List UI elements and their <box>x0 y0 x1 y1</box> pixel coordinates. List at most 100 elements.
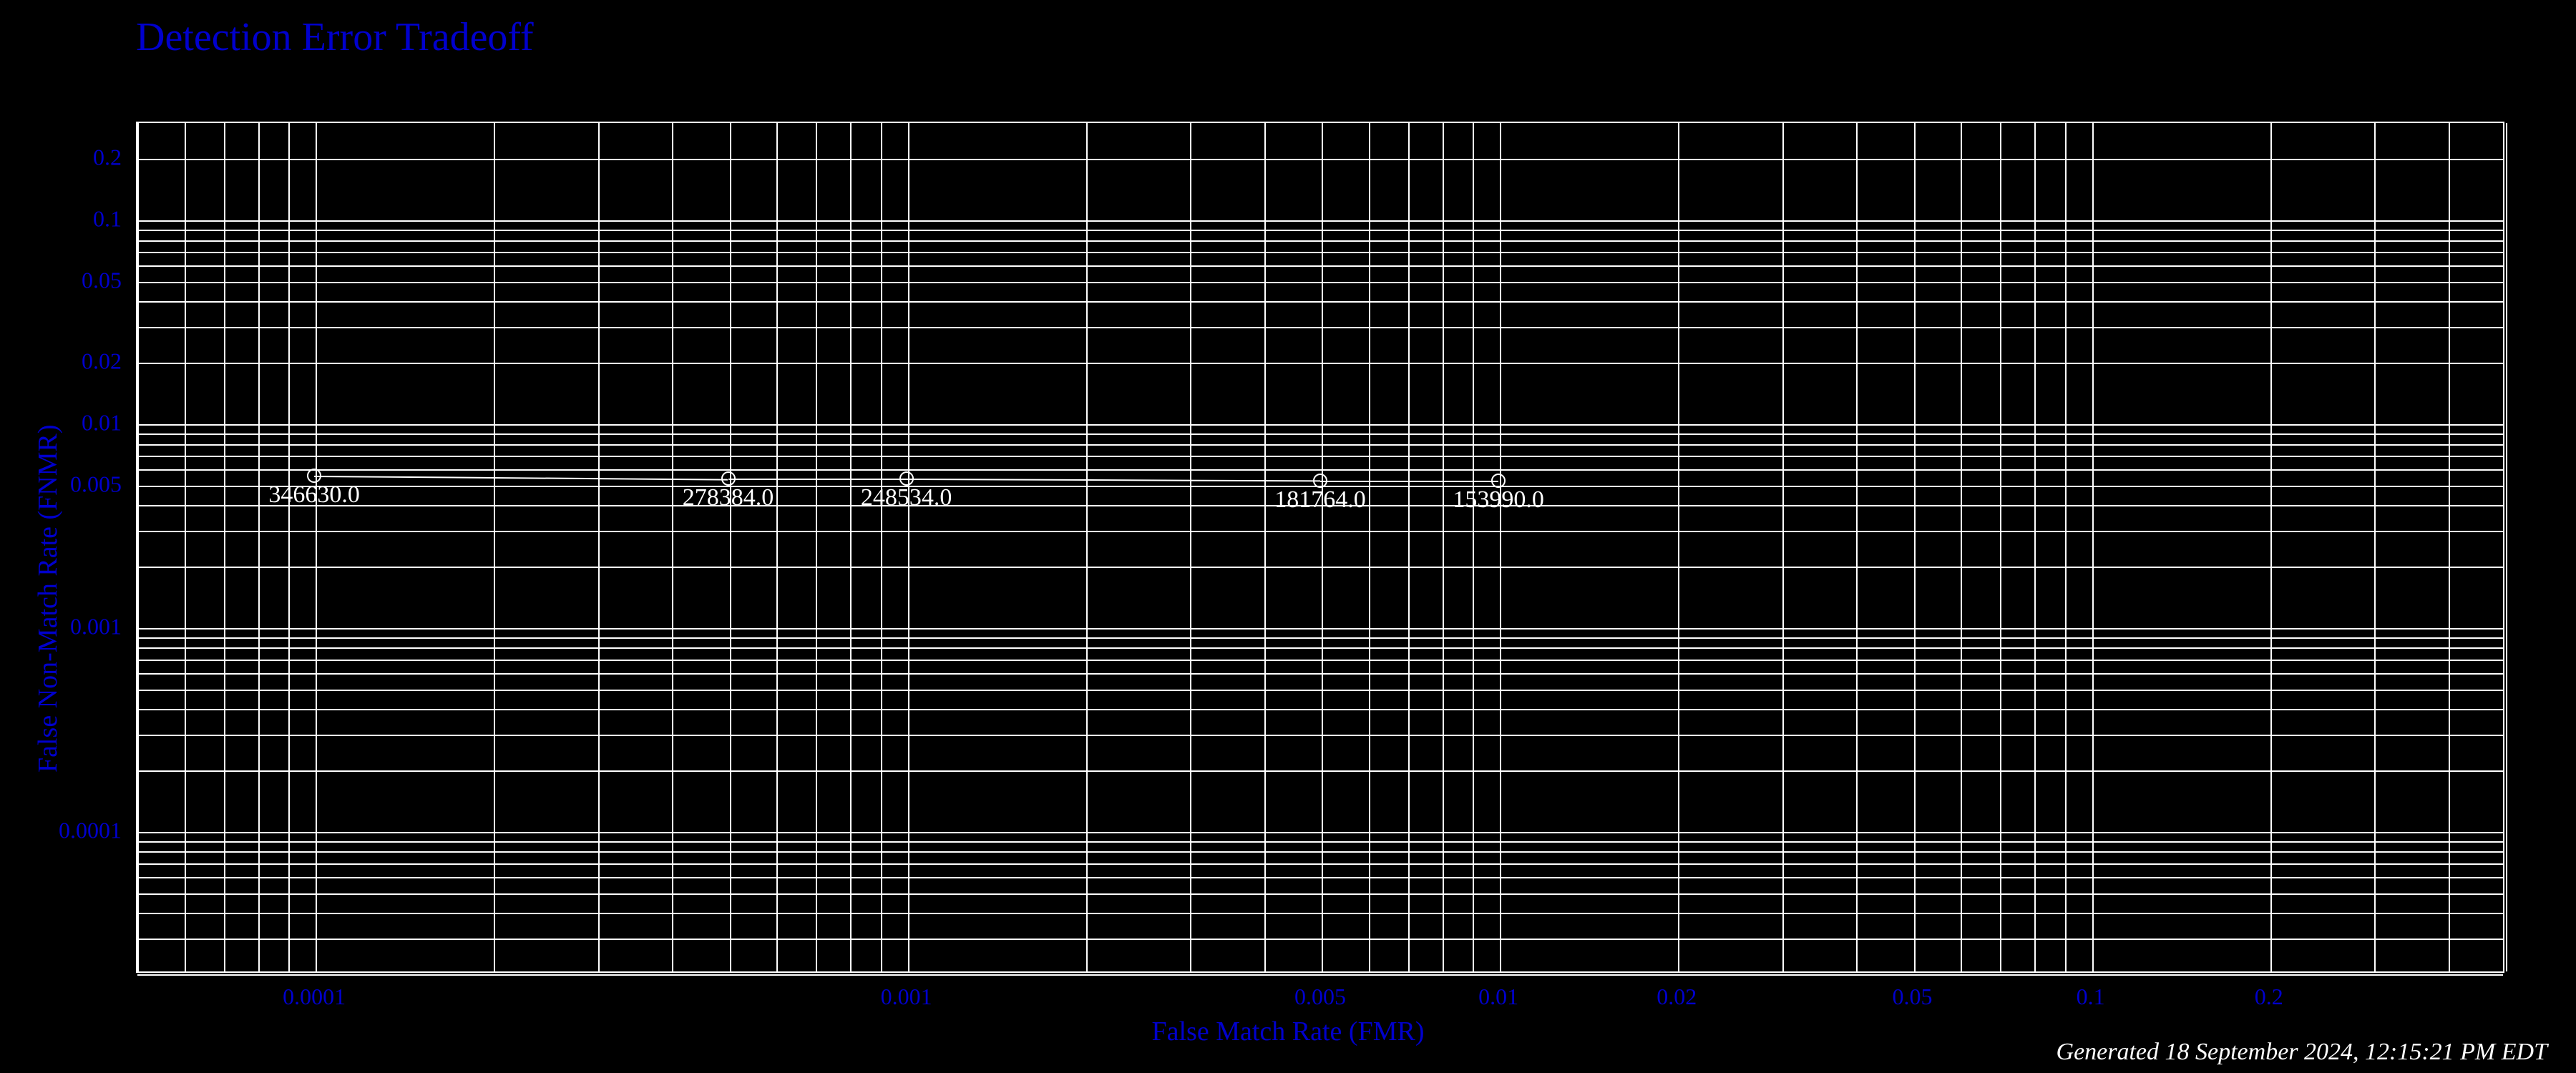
grid-line-horizontal <box>137 893 2503 895</box>
grid-line-horizontal <box>137 301 2503 303</box>
data-point-label: 278384.0 <box>683 484 774 511</box>
grid-line-vertical <box>2374 123 2376 971</box>
grid-line-vertical <box>2506 123 2507 971</box>
grid-line-horizontal <box>137 974 2503 976</box>
grid-line-horizontal <box>137 673 2503 675</box>
grid-line-horizontal <box>137 424 2503 426</box>
det-chart: Detection Error Tradeoff False Match Rat… <box>0 0 2576 1073</box>
grid-line-vertical <box>816 123 817 971</box>
grid-line-vertical <box>1443 123 1444 971</box>
grid-line-vertical <box>1473 123 1474 971</box>
grid-line-vertical <box>1322 123 1323 971</box>
grid-line-vertical <box>288 123 290 971</box>
data-point <box>307 469 321 483</box>
grid-line-horizontal <box>137 531 2503 532</box>
grid-line-horizontal <box>137 939 2503 940</box>
x-tick-label: 0.0001 <box>283 984 346 1010</box>
grid-line-vertical <box>908 123 909 971</box>
grid-line-horizontal <box>137 841 2503 843</box>
grid-line-horizontal <box>137 469 2503 471</box>
grid-line-horizontal <box>137 220 2503 222</box>
grid-line-vertical <box>258 123 260 971</box>
grid-line-horizontal <box>137 240 2503 242</box>
grid-line-horizontal <box>137 159 2503 160</box>
grid-line-vertical <box>2034 123 2036 971</box>
grid-line-vertical <box>776 123 778 971</box>
grid-line-vertical <box>2449 123 2450 971</box>
grid-line-horizontal <box>137 660 2503 661</box>
y-tick-label: 0.005 <box>0 471 122 497</box>
grid-line-vertical <box>730 123 731 971</box>
grid-line-horizontal <box>137 913 2503 914</box>
series-line-segment <box>728 479 907 480</box>
grid-line-vertical <box>1086 123 1088 971</box>
grid-line-horizontal <box>137 690 2503 691</box>
grid-line-vertical <box>316 123 317 971</box>
grid-line-vertical <box>1782 123 1784 971</box>
grid-line-vertical <box>881 123 882 971</box>
grid-line-vertical <box>2092 123 2094 971</box>
grid-line-horizontal <box>137 877 2503 878</box>
grid-line-horizontal <box>137 444 2503 446</box>
grid-line-horizontal <box>137 735 2503 736</box>
grid-line-vertical <box>224 123 225 971</box>
data-point-label: 248534.0 <box>861 484 952 511</box>
grid-line-horizontal <box>137 327 2503 328</box>
y-tick-label: 0.01 <box>0 409 122 436</box>
data-point <box>1313 474 1327 488</box>
grid-line-vertical <box>2270 123 2272 971</box>
grid-line-horizontal <box>137 832 2503 833</box>
y-tick-label: 0.02 <box>0 348 122 375</box>
grid-line-horizontal <box>137 230 2503 231</box>
grid-line-horizontal <box>137 851 2503 853</box>
grid-line-horizontal <box>137 628 2503 629</box>
grid-line-vertical <box>1500 123 1501 971</box>
grid-line-vertical <box>1678 123 1679 971</box>
grid-line-vertical <box>494 123 495 971</box>
y-tick-label: 0.1 <box>0 205 122 232</box>
grid-line-horizontal <box>137 567 2503 568</box>
data-point <box>1491 474 1506 488</box>
x-tick-label: 0.2 <box>2255 984 2283 1010</box>
grid-line-horizontal <box>137 863 2503 865</box>
grid-line-vertical <box>1961 123 1962 971</box>
grid-line-horizontal <box>137 709 2503 710</box>
y-tick-label: 0.2 <box>0 144 122 171</box>
grid-line-vertical <box>672 123 673 971</box>
data-point <box>721 471 736 486</box>
grid-line-vertical <box>1369 123 1370 971</box>
x-tick-label: 0.001 <box>881 984 932 1010</box>
chart-title: Detection Error Tradeoff <box>136 14 534 60</box>
grid-line-vertical <box>2065 123 2067 971</box>
grid-line-vertical <box>1408 123 1410 971</box>
data-point <box>899 471 914 486</box>
data-point-label: 346630.0 <box>268 481 360 509</box>
x-axis-label: False Match Rate (FMR) <box>1151 1016 1424 1047</box>
grid-line-horizontal <box>137 770 2503 772</box>
grid-line-vertical <box>1264 123 1266 971</box>
grid-line-vertical <box>850 123 852 971</box>
series-line-segment <box>1320 481 1498 482</box>
grid-line-vertical <box>1190 123 1191 971</box>
grid-line-horizontal <box>137 637 2503 639</box>
data-point-label: 153990.0 <box>1453 486 1544 514</box>
x-tick-label: 0.05 <box>1893 984 1933 1010</box>
x-tick-label: 0.01 <box>1478 984 1518 1010</box>
y-tick-label: 0.05 <box>0 267 122 293</box>
grid-line-vertical <box>598 123 600 971</box>
x-tick-label: 0.005 <box>1294 984 1346 1010</box>
data-point-label: 181764.0 <box>1274 486 1366 514</box>
grid-line-vertical <box>137 123 139 971</box>
plot-area <box>136 122 2504 973</box>
grid-line-vertical <box>185 123 186 971</box>
y-tick-label: 0.0001 <box>0 817 122 843</box>
grid-line-horizontal <box>137 282 2503 283</box>
grid-line-horizontal <box>137 363 2503 364</box>
grid-line-horizontal <box>137 265 2503 267</box>
grid-line-vertical <box>1856 123 1858 971</box>
grid-line-horizontal <box>137 433 2503 435</box>
generated-timestamp: Generated 18 September 2024, 12:15:21 PM… <box>2057 1039 2547 1066</box>
grid-line-horizontal <box>137 456 2503 457</box>
grid-line-horizontal <box>137 647 2503 649</box>
y-tick-label: 0.001 <box>0 613 122 640</box>
